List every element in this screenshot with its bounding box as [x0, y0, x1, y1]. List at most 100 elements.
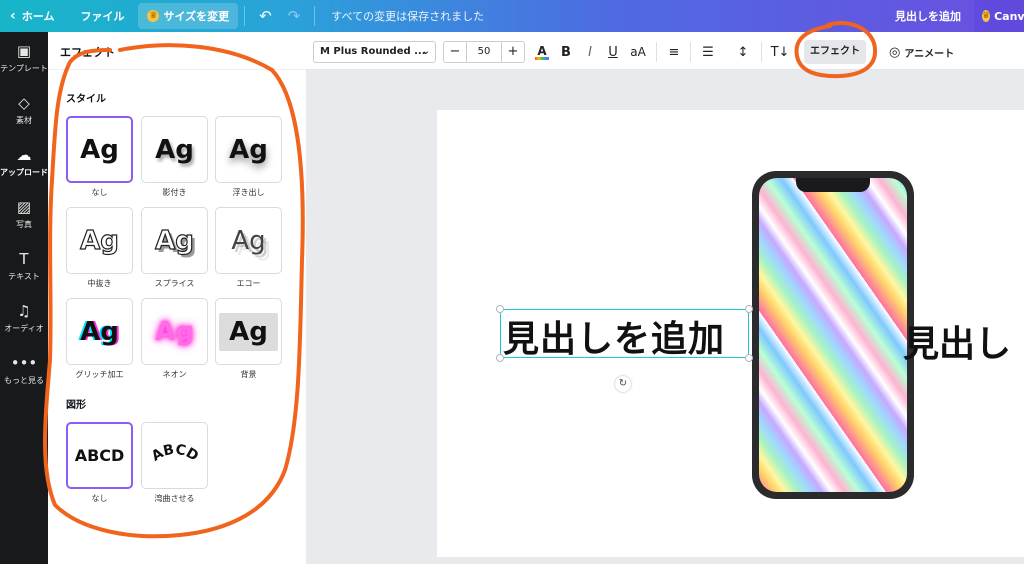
style-preview: Ag: [219, 312, 278, 351]
style-preview: Ag: [231, 225, 266, 256]
italic-icon[interactable]: I: [582, 41, 598, 63]
style-label: エコー: [236, 279, 261, 288]
resize-handle[interactable]: [496, 354, 504, 362]
style-label: なし: [91, 188, 108, 197]
panel-header: エフェクト: [48, 32, 306, 70]
decrease-size-button[interactable]: −: [444, 42, 466, 62]
sidebar-item-more[interactable]: ••• もっと見る: [0, 344, 48, 396]
chevron-left-icon: ‹: [10, 8, 16, 24]
resize-handle[interactable]: [745, 354, 753, 362]
resize-handle[interactable]: [745, 305, 753, 313]
style-label: 影付き: [162, 188, 187, 197]
sidebar-item-templates[interactable]: ▣ テンプレート: [0, 32, 48, 84]
style-none-option[interactable]: Ag: [66, 116, 133, 183]
bullet-list-icon[interactable]: ☰: [700, 41, 716, 63]
sidebar-item-uploads[interactable]: ☁ アップロード: [0, 136, 48, 188]
heading-text-element-2[interactable]: 見出し: [903, 315, 1011, 367]
chevron-down-icon: ⌄: [421, 46, 430, 57]
style-hollow-option[interactable]: Ag: [66, 207, 133, 274]
sidebar-item-label: オーディオ: [4, 324, 44, 333]
sidebar-item-elements[interactable]: ◇ 素材: [0, 84, 48, 136]
home-label: ホーム: [21, 10, 55, 23]
heading-text-element[interactable]: 見出しを追加: [503, 310, 725, 362]
bold-icon[interactable]: B: [558, 41, 574, 63]
style-preview: Ag: [80, 225, 120, 256]
style-preview: Ag: [155, 225, 195, 256]
add-heading-button[interactable]: 見出しを追加: [885, 0, 971, 32]
file-menu[interactable]: ファイル: [70, 0, 134, 32]
shape-section-title: 図形: [66, 400, 86, 411]
animate-icon: ◎: [889, 44, 901, 60]
font-family-value: M Plus Rounded ...: [320, 46, 426, 57]
style-label: グリッチ加工: [75, 370, 124, 379]
phone-screen: [759, 178, 907, 492]
crown-icon: ♛: [147, 10, 160, 22]
save-status: すべての変更は保存されました: [331, 10, 485, 23]
style-lift-option[interactable]: Ag: [215, 116, 282, 183]
style-section-title: スタイル: [66, 94, 106, 105]
style-neon-option[interactable]: Ag: [141, 298, 208, 365]
sidebar-item-label: もっと見る: [4, 376, 44, 385]
line-spacing-icon[interactable]: ↕: [734, 41, 752, 63]
effects-panel: エフェクト スタイル Ag なし Ag 影付き Ag 浮き出し Ag 中抜き A…: [48, 32, 306, 564]
style-shadow-option[interactable]: Ag: [141, 116, 208, 183]
sidebar-item-label: 写真: [16, 220, 32, 229]
underline-icon[interactable]: U: [605, 41, 621, 63]
color-swatch-bar: [535, 57, 549, 60]
sidebar-item-photos[interactable]: ▨ 写真: [0, 188, 48, 240]
resize-handle[interactable]: [496, 305, 504, 313]
sidebar-item-label: テンプレート: [0, 64, 48, 73]
shape-curve-option[interactable]: ABCD: [141, 422, 208, 489]
top-bar: ‹ ホーム ファイル ♛ サイズを変更 ↶ ↷ すべての変更は保存されました 見…: [0, 0, 1024, 32]
divider: [314, 6, 316, 26]
style-label: スプライス: [154, 279, 195, 288]
more-dots-icon: •••: [10, 354, 38, 372]
phone-image[interactable]: [752, 171, 914, 499]
shape-none-option[interactable]: ABCD: [66, 422, 133, 489]
shape-preview: ABCD: [74, 446, 125, 465]
canva-pro-label: Canva: [994, 9, 1024, 23]
style-label: 背景: [240, 370, 257, 379]
left-sidebar: ▣ テンプレート ◇ 素材 ☁ アップロード ▨ 写真 T テキスト ♫ オーデ…: [0, 32, 48, 564]
undo-icon[interactable]: ↶: [251, 0, 280, 32]
vertical-text-icon[interactable]: T↓: [770, 41, 790, 63]
style-echo-option[interactable]: Ag: [215, 207, 282, 274]
style-preview: Ag: [155, 316, 194, 347]
style-label: ネオン: [162, 370, 187, 379]
font-size-stepper: − 50 +: [443, 41, 525, 63]
font-size-input[interactable]: 50: [466, 42, 502, 62]
svg-text:ABCD: ABCD: [148, 441, 200, 464]
increase-size-button[interactable]: +: [502, 42, 524, 62]
divider: [690, 42, 691, 62]
text-case-icon[interactable]: aA: [628, 41, 648, 63]
divider: [761, 42, 762, 62]
animate-button[interactable]: ◎ アニメート: [889, 40, 954, 64]
style-preview: Ag: [229, 134, 268, 165]
align-center-icon[interactable]: ≡: [666, 41, 682, 63]
text-icon: T: [19, 250, 29, 268]
style-background-option[interactable]: Ag: [215, 298, 282, 365]
shape-label: なし: [91, 494, 108, 503]
text-color-icon: A: [537, 44, 547, 58]
redo-icon[interactable]: ↷: [280, 0, 309, 32]
style-label: 浮き出し: [232, 188, 265, 197]
sidebar-item-audio[interactable]: ♫ オーディオ: [0, 292, 48, 344]
sidebar-item-text[interactable]: T テキスト: [0, 240, 48, 292]
font-family-dropdown[interactable]: M Plus Rounded ... ⌄: [313, 41, 436, 63]
resize-button[interactable]: ♛ サイズを変更: [138, 3, 239, 29]
panel-title: エフェクト: [60, 46, 115, 59]
rotate-icon[interactable]: ↻: [615, 376, 631, 392]
style-glitch-option[interactable]: Ag: [66, 298, 133, 365]
divider: [656, 42, 657, 62]
crown-icon: ♛: [982, 10, 991, 22]
text-color-button[interactable]: A: [534, 41, 550, 63]
phone-notch: [796, 178, 870, 192]
style-splice-option[interactable]: Ag: [141, 207, 208, 274]
photo-icon: ▨: [16, 198, 32, 216]
upload-cloud-icon: ☁: [16, 146, 32, 164]
curved-text-preview: ABCD: [148, 441, 200, 464]
canva-pro-button[interactable]: ♛ Canva: [974, 0, 1024, 32]
text-toolbar: M Plus Rounded ... ⌄ − 50 + A B I U aA ≡…: [306, 32, 1024, 70]
effects-button[interactable]: エフェクト: [804, 40, 866, 64]
home-button[interactable]: ‹ ホーム: [0, 0, 64, 32]
